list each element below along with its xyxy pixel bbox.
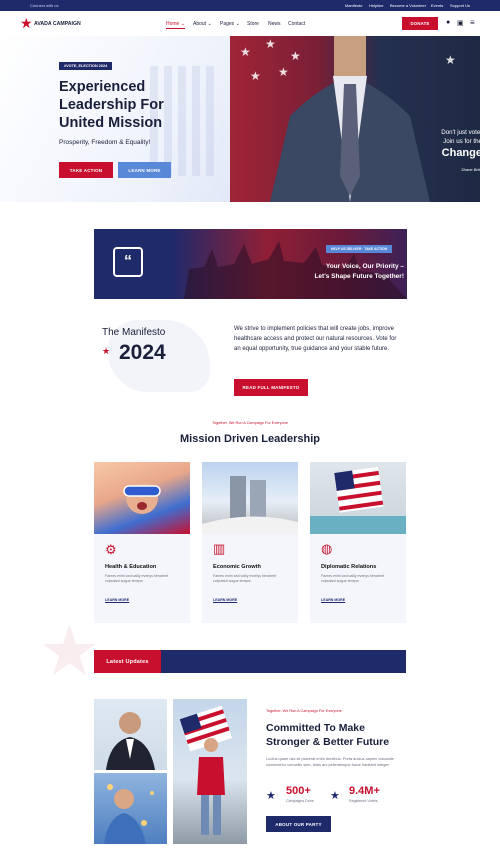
card-title-health: Health & Education bbox=[105, 564, 157, 570]
manifesto-year: 2024 bbox=[119, 341, 166, 364]
hero-image: ★ ★ ★ ★ ★ ★ bbox=[230, 36, 480, 202]
card-title-economy: Economic Growth bbox=[213, 564, 261, 570]
latest-updates-tab[interactable]: Latest Updates bbox=[94, 650, 161, 673]
user-icon[interactable]: ● bbox=[446, 19, 450, 26]
svg-text:★: ★ bbox=[445, 53, 456, 67]
card-desc-health: Fames enim sed vallly everlys hendrerit … bbox=[105, 574, 169, 583]
hero-signature: Shane Brite bbox=[461, 167, 482, 172]
banner-badge: HELP US DELIVER · TAKE ACTION bbox=[326, 245, 393, 253]
learn-more-button[interactable]: LEARN MORE bbox=[118, 162, 171, 178]
svg-text:★: ★ bbox=[265, 37, 276, 51]
card-title-diplomacy: Diplomatic Relations bbox=[321, 564, 377, 570]
svg-text:★: ★ bbox=[240, 45, 251, 59]
manifesto-text: We strive to implement policies that wil… bbox=[234, 326, 397, 352]
hero-headline-line-2: Leadership For bbox=[59, 97, 164, 113]
about-party-button[interactable]: ABOUT OUR PARTY bbox=[266, 816, 331, 832]
hero-quote-line-1: Don't just vote, bbox=[441, 129, 482, 136]
banner-line-2: Let's Shape Future Together! bbox=[314, 273, 404, 280]
speech-bubble-icon: “ bbox=[113, 247, 143, 277]
top-link-events[interactable]: Events bbox=[431, 3, 443, 8]
connect-label: Connect with us bbox=[30, 3, 59, 8]
photo-sparklers bbox=[94, 773, 167, 844]
cart-icon[interactable]: ▣ bbox=[457, 19, 464, 27]
card-desc-diplomacy: Fames enim sed vallly everlys hendrerit … bbox=[321, 574, 385, 583]
top-link-support[interactable]: Support Us bbox=[450, 3, 470, 8]
economy-image bbox=[202, 462, 298, 534]
photo-flag-woman bbox=[173, 699, 247, 844]
stat-campaigns-label: Campaigns Done bbox=[286, 799, 314, 803]
stat-voters-value: 9.4M+ bbox=[349, 785, 380, 797]
hero-badge: #VOTE, ELECTION 2024 bbox=[59, 62, 113, 70]
menu-icon[interactable]: ≡ bbox=[470, 18, 475, 27]
hero-headline-line-3: United Mission bbox=[59, 115, 163, 131]
brand-name[interactable]: AVADA CAMPAIGN bbox=[34, 21, 81, 27]
logo-star-icon[interactable]: ★ bbox=[20, 16, 33, 30]
commit-title-line-1: Committed To Make bbox=[266, 722, 365, 734]
hero-headline: Experienced Leadership For United Missio… bbox=[59, 78, 164, 132]
chevron-down-icon: ⌄ bbox=[207, 21, 212, 27]
read-manifesto-button[interactable]: READ FULL MANIFESTO bbox=[234, 379, 308, 396]
svg-text:★: ★ bbox=[278, 65, 289, 79]
take-action-button[interactable]: TAKE ACTION bbox=[59, 162, 113, 178]
action-banner[interactable]: “ HELP US DELIVER · TAKE ACTION Your Voi… bbox=[94, 229, 407, 299]
chevron-down-icon: ⌄ bbox=[180, 21, 185, 27]
hero-quote: Don't just vote, Join us for the Change … bbox=[420, 128, 482, 174]
nav-contact[interactable]: Contact bbox=[288, 21, 305, 27]
mission-title: Mission Driven Leadership bbox=[180, 433, 320, 445]
card-desc-economy: Fames enim sed vallly everlys hendrerit … bbox=[213, 574, 277, 583]
top-link-volunteer[interactable]: Become a Volunteer bbox=[390, 3, 426, 8]
candidate-illustration: ★★★ ★ ★★ bbox=[240, 36, 456, 202]
stat-star-icon: ★ bbox=[330, 790, 340, 802]
bar-growth-icon: ▥ bbox=[213, 541, 226, 556]
banner-line-1: Your Voice, Our Priority – bbox=[325, 263, 404, 270]
heart-gear-icon: ⚙ bbox=[105, 542, 117, 557]
nav-home[interactable]: Home ⌄ bbox=[166, 21, 185, 29]
mission-card-economy[interactable]: ▥ Economic Growth Fames enim sed vallly … bbox=[202, 462, 298, 623]
stat-star-icon: ★ bbox=[266, 790, 276, 802]
banner-text: Your Voice, Our Priority – Let's Shape F… bbox=[244, 262, 404, 282]
chevron-down-icon: ⌄ bbox=[235, 21, 240, 27]
top-link-manifesto[interactable]: Manifesto bbox=[345, 3, 362, 8]
donate-button[interactable]: DONATE bbox=[402, 17, 438, 30]
diplomacy-image bbox=[310, 462, 406, 534]
commit-title: Committed To Make Stronger & Better Futu… bbox=[266, 721, 389, 749]
hero-subtitle: Prosperity, Freedom & Equality! bbox=[59, 139, 151, 146]
top-bar: Connect with us fx◎♪▸ Manifesto Helpline… bbox=[0, 0, 500, 18]
stat-campaigns-value: 500+ bbox=[286, 785, 311, 797]
commit-kicker: Together, We Run A Campaign For Everyone bbox=[266, 709, 342, 713]
watermark-star-icon: ★ bbox=[38, 612, 101, 690]
hero-quote-line-2: Join us for the bbox=[443, 138, 482, 145]
top-link-helpline[interactable]: Helpline bbox=[369, 3, 383, 8]
learn-more-link-health[interactable]: LEARN MORE bbox=[105, 598, 129, 602]
nav-store[interactable]: Store bbox=[247, 21, 259, 27]
commit-title-line-2: Stronger & Better Future bbox=[266, 736, 390, 748]
learn-more-link-economy[interactable]: LEARN MORE bbox=[213, 598, 237, 602]
nav-pages[interactable]: Pages ⌄ bbox=[220, 21, 240, 27]
svg-text:★: ★ bbox=[250, 69, 261, 83]
manifesto-star-icon: ★ bbox=[102, 346, 111, 356]
mission-card-health[interactable]: ⚙ Health & Education Fames enim sed vall… bbox=[94, 462, 190, 623]
globe-icon: ◍ bbox=[321, 541, 333, 556]
mission-card-diplomacy[interactable]: ◍ Diplomatic Relations Fames enim sed va… bbox=[310, 462, 406, 623]
stat-voters-label: Registered Voters bbox=[349, 799, 378, 803]
nav-news[interactable]: News bbox=[268, 21, 281, 27]
hero-headline-line-1: Experienced bbox=[59, 79, 146, 95]
manifesto-label: The Manifesto bbox=[102, 327, 166, 338]
learn-more-link-diplomacy[interactable]: LEARN MORE bbox=[321, 598, 345, 602]
commit-text: Luctus quam ulla sit placerat enim denti… bbox=[266, 756, 394, 767]
hero-quote-emphasis: Change bbox=[441, 147, 482, 159]
nav-about[interactable]: About ⌄ bbox=[193, 21, 212, 27]
mission-kicker: Together, We Run A Campaign For Everyone bbox=[212, 421, 288, 425]
photo-supporter-man bbox=[94, 699, 167, 770]
header: ★ AVADA CAMPAIGN Home ⌄ About ⌄ Pages ⌄ … bbox=[0, 11, 500, 36]
svg-text:★: ★ bbox=[290, 49, 301, 63]
health-image bbox=[94, 462, 190, 534]
